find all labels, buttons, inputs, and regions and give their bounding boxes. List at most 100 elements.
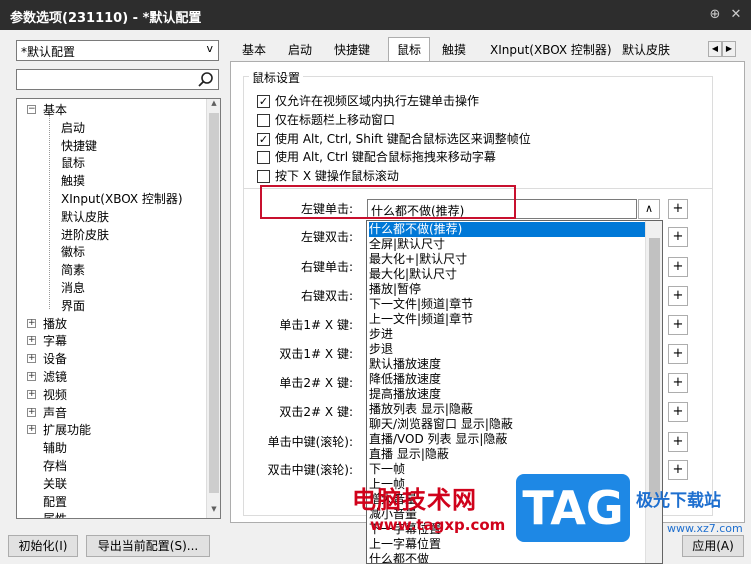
scroll-up-icon[interactable]: ▲ (207, 99, 220, 112)
title-bar[interactable]: 参数选项(231110) - *默认配置 ⊕ ✕ (0, 0, 751, 30)
action-label: 单击2# X 键: (279, 376, 353, 390)
option-label: 使用 Alt, Ctrl, Shift 键配合鼠标选区来调整帧位 (275, 131, 531, 146)
dropdown-option[interactable]: 播放|暂停 (369, 282, 421, 297)
tree-scrollbar[interactable]: ▲ ▼ (206, 99, 220, 518)
option-label: 按下 X 键操作鼠标滚动 (275, 169, 399, 184)
highlight-box (260, 185, 516, 219)
dropdown-option[interactable]: 下一帧 (369, 462, 405, 477)
dropdown-option[interactable]: 什么都不做 (369, 552, 429, 563)
tree-item-label: 默认皮肤 (61, 209, 110, 224)
preferences-window: 参数选项(231110) - *默认配置 ⊕ ✕ *默认配置 v ▲ ▼ − 基本… (0, 0, 751, 564)
dropdown-scroll-thumb[interactable] (649, 238, 660, 498)
add-action-button[interactable]: + (668, 432, 688, 452)
dropdown-option[interactable]: 降低播放速度 (369, 372, 441, 387)
add-action-button[interactable]: + (668, 227, 688, 247)
pin-icon[interactable]: ⊕ (706, 6, 724, 24)
window-title: 参数选项(231110) - *默认配置 (10, 11, 202, 26)
tree-item-label: 滤镜 (43, 370, 68, 384)
tab-1[interactable]: 启动 (280, 40, 320, 62)
tree-item-label: 快捷键 (61, 138, 98, 153)
expand-icon[interactable]: + (27, 354, 36, 364)
search-input[interactable] (16, 69, 219, 90)
dropdown-option[interactable]: 聊天/浏览器窗口 显示|隐蔽 (369, 417, 513, 432)
scroll-thumb[interactable] (209, 113, 219, 493)
action-label: 右键双击: (300, 289, 353, 303)
expand-icon[interactable]: + (27, 372, 36, 381)
tree-item-label: 声音 (43, 405, 68, 420)
tab-5[interactable]: XInput(XBOX 控制器) (482, 40, 620, 62)
dropdown-option[interactable]: 什么都不做(推荐) (369, 222, 645, 237)
tab-4[interactable]: 触摸 (434, 40, 474, 62)
checkbox-checked-icon[interactable]: ✓ (257, 132, 270, 146)
tree-item-label: 字幕 (43, 334, 68, 349)
collapse-icon[interactable]: − (27, 105, 36, 114)
checkbox-unchecked-icon[interactable] (257, 113, 270, 127)
tree-item-label: 关联 (43, 476, 68, 491)
chevron-down-icon: v (206, 42, 213, 55)
checkbox-unchecked-icon[interactable] (257, 151, 270, 165)
dropdown-option[interactable]: 最大化|默认尺寸 (369, 267, 457, 282)
tag-logo: TAG (516, 474, 630, 542)
action-label: 双击1# X 键: (279, 347, 353, 361)
tree-item-label: 消息 (61, 281, 86, 295)
tab-3[interactable]: 鼠标 (388, 37, 431, 63)
tab-scroll-right-icon[interactable]: ▶ (722, 41, 736, 57)
add-action-button[interactable]: + (668, 199, 688, 219)
preset-value: *默认配置 (21, 45, 76, 59)
dropdown-scrollbar[interactable] (645, 221, 662, 563)
action-label: 双击2# X 键: (279, 405, 353, 419)
chevron-up-icon[interactable]: ∧ (638, 199, 660, 219)
expand-icon[interactable]: + (27, 425, 36, 435)
tree-item-label: 界面 (61, 298, 86, 313)
checkbox-checked-icon[interactable]: ✓ (257, 95, 270, 108)
dropdown-option[interactable]: 上一文件|频道|章节 (369, 312, 473, 327)
tree-item-label: 触摸 (61, 174, 86, 189)
expand-icon[interactable]: + (27, 318, 36, 328)
dropdown-option[interactable]: 默认播放速度 (369, 357, 441, 372)
add-action-button[interactable]: + (668, 373, 688, 393)
watermark-site-url: www.tagxp.com (370, 516, 506, 534)
expand-icon[interactable]: + (27, 336, 36, 346)
tree-item-label: 设备 (43, 352, 68, 367)
expand-icon[interactable]: + (27, 407, 36, 417)
tree-item-label: 存档 (43, 459, 68, 473)
search-icon[interactable] (197, 71, 215, 89)
preset-select[interactable]: *默认配置 v (16, 40, 219, 61)
dropdown-option[interactable]: 步退 (369, 342, 393, 357)
tab-6[interactable]: 默认皮肤 (614, 40, 678, 62)
dropdown-option[interactable]: 全屏|默认尺寸 (369, 237, 445, 252)
tab-0[interactable]: 基本 (234, 40, 274, 62)
option-label: 使用 Alt, Ctrl 键配合鼠标拖拽来移动字幕 (275, 150, 496, 165)
export-config-button[interactable]: 导出当前配置(S)... (86, 535, 210, 557)
add-action-button[interactable]: + (668, 344, 688, 364)
reset-button[interactable]: 初始化(I) (8, 535, 78, 557)
dropdown-option[interactable]: 上一字幕位置 (369, 537, 441, 552)
add-action-button[interactable]: + (668, 286, 688, 306)
tree-item-label: 辅助 (43, 441, 68, 456)
tree-item-label: 扩展功能 (43, 423, 92, 438)
settings-tree[interactable]: ▲ ▼ − 基本 启动 快捷键 鼠标 触摸 XInput(XBOX 控制器) 默认皮肤 进阶皮肤… (16, 98, 221, 519)
checkbox-unchecked-icon[interactable] (257, 170, 270, 184)
close-icon[interactable]: ✕ (727, 6, 745, 24)
option-label: 仅允许在视频区域内执行左键单击操作 (275, 94, 480, 108)
action-label: 单击1# X 键: (279, 318, 353, 332)
add-action-button[interactable]: + (668, 257, 688, 277)
apply-button[interactable]: 应用(A) (682, 535, 744, 557)
tree-item-label: 配置 (43, 494, 68, 509)
dropdown-option[interactable]: 直播 显示|隐蔽 (369, 447, 449, 462)
scroll-down-icon[interactable]: ▼ (207, 505, 220, 518)
add-action-button[interactable]: + (668, 315, 688, 335)
tree-item-label: 进阶皮肤 (61, 227, 110, 242)
tab-scroll-left-icon[interactable]: ◀ (708, 41, 722, 57)
add-action-button[interactable]: + (668, 460, 688, 480)
tab-2[interactable]: 快捷键 (326, 40, 378, 62)
dropdown-option[interactable]: 下一文件|频道|章节 (369, 297, 473, 312)
add-action-button[interactable]: + (668, 402, 688, 422)
action-label: 双击中键(滚轮): (267, 463, 353, 477)
expand-icon[interactable]: + (27, 389, 36, 399)
dropdown-option[interactable]: 播放列表 显示|隐蔽 (369, 402, 473, 417)
dropdown-option[interactable]: 最大化+|默认尺寸 (369, 252, 467, 267)
dropdown-option[interactable]: 步进 (369, 327, 393, 342)
dropdown-option[interactable]: 直播/VOD 列表 显示|隐蔽 (369, 432, 507, 447)
dropdown-option[interactable]: 提高播放速度 (369, 387, 441, 402)
